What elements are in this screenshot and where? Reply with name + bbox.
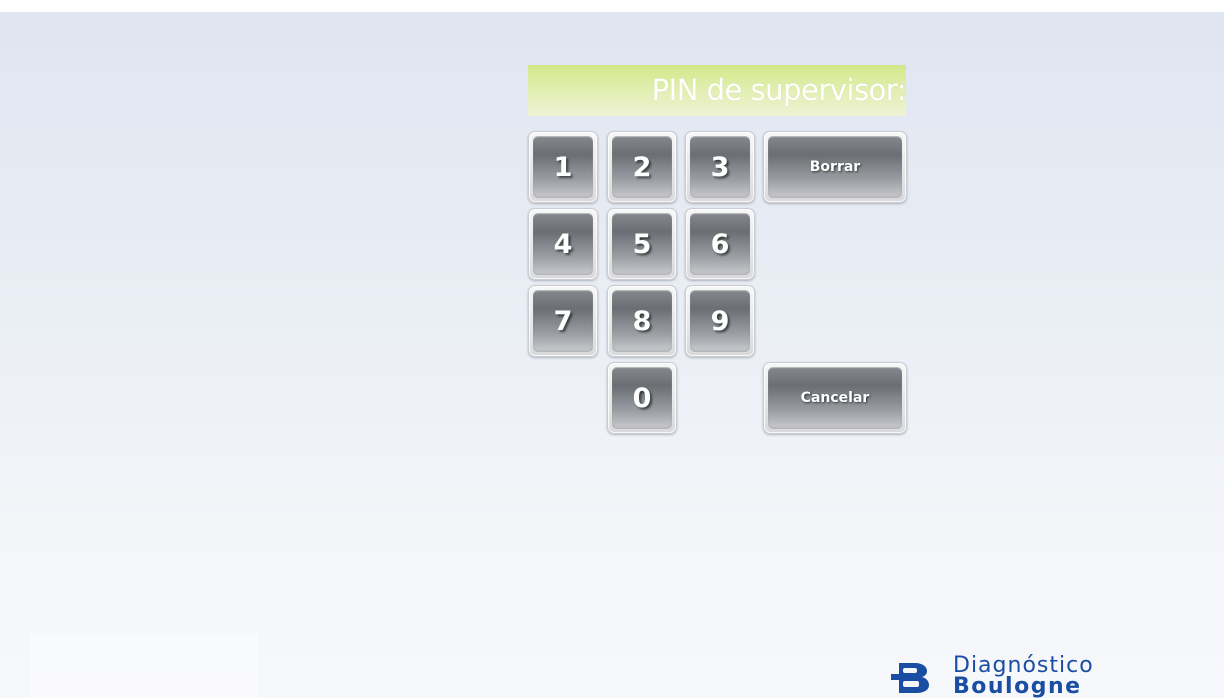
key-face: 5 <box>612 213 672 275</box>
key-face: Borrar <box>768 136 902 198</box>
keypad-key-1[interactable]: 1 <box>528 131 598 203</box>
cancel-button-label: Cancelar <box>800 390 870 406</box>
pin-prompt-header: PIN de supervisor: <box>528 65 906 116</box>
clear-button-label: Borrar <box>809 159 861 175</box>
keypad-key-2[interactable]: 2 <box>607 131 677 203</box>
keypad-key-9[interactable]: 9 <box>685 285 755 357</box>
cancel-button[interactable]: Cancelar <box>763 362 907 434</box>
keypad-key-6[interactable]: 6 <box>685 208 755 280</box>
key-label: 6 <box>710 228 730 260</box>
key-label: 8 <box>632 305 652 337</box>
key-label: 9 <box>710 305 730 337</box>
key-face: 9 <box>690 290 750 352</box>
keypad-key-0[interactable]: 0 <box>607 362 677 434</box>
key-face: 3 <box>690 136 750 198</box>
keypad-key-7[interactable]: 7 <box>528 285 598 357</box>
key-face: 7 <box>533 290 593 352</box>
brand-footer: Diagnóstico Boulogne <box>889 654 1219 698</box>
key-label: 3 <box>710 151 730 183</box>
bottom-left-panel <box>30 635 258 698</box>
key-label: 4 <box>553 228 573 260</box>
pin-prompt-title: PIN de supervisor: <box>651 73 906 107</box>
key-label: 2 <box>632 151 652 183</box>
keypad-key-5[interactable]: 5 <box>607 208 677 280</box>
keypad-key-3[interactable]: 3 <box>685 131 755 203</box>
top-strip <box>0 0 1224 12</box>
key-label: 1 <box>553 151 573 183</box>
keypad-key-4[interactable]: 4 <box>528 208 598 280</box>
diagnostico-boulogne-logo-icon <box>891 663 929 693</box>
key-face: 2 <box>612 136 672 198</box>
key-face: Cancelar <box>768 367 902 429</box>
key-face: 4 <box>533 213 593 275</box>
clear-button[interactable]: Borrar <box>763 131 907 203</box>
key-face: 6 <box>690 213 750 275</box>
key-face: 1 <box>533 136 593 198</box>
key-face: 0 <box>612 367 672 429</box>
brand-name-line2: Boulogne <box>953 674 1082 698</box>
key-label: 0 <box>632 382 652 414</box>
keypad-key-8[interactable]: 8 <box>607 285 677 357</box>
key-face: 8 <box>612 290 672 352</box>
key-label: 7 <box>553 305 573 337</box>
key-label: 5 <box>632 228 652 260</box>
